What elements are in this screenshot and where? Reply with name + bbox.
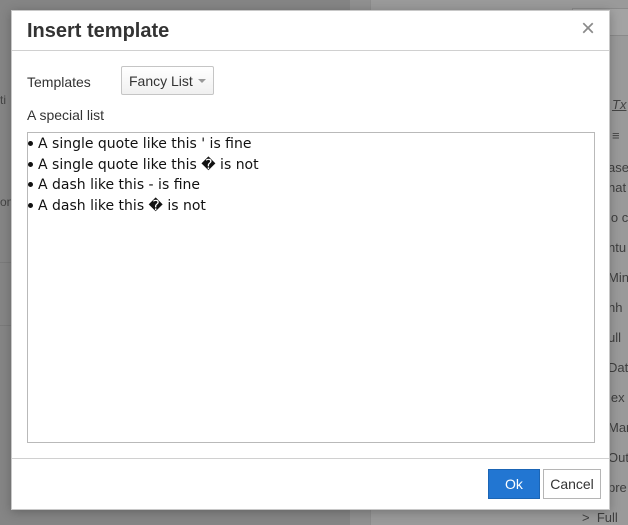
list-item: A single quote like this ' is fine: [28, 134, 594, 155]
dialog-header: Insert template ×: [12, 11, 609, 51]
bullet-icon: [28, 141, 33, 146]
list-item: A dash like this � is not: [28, 196, 594, 217]
list-item: A dash like this - is fine: [28, 175, 594, 196]
dialog-title: Insert template: [27, 20, 170, 42]
background-list-item: Out: [608, 450, 628, 465]
cancel-button[interactable]: Cancel: [543, 469, 601, 499]
chevron-down-icon: [198, 79, 206, 83]
insert-template-dialog: Insert template × Templates Fancy List A…: [11, 10, 610, 510]
clear-format-icon: Tx: [612, 97, 627, 112]
background-list-item: ase: [608, 160, 628, 175]
template-preview[interactable]: A single quote like this ' is fine A sin…: [27, 132, 595, 443]
bullet-icon: [28, 161, 33, 167]
list-item-text: A dash like this � is not: [38, 197, 206, 214]
background-list-item: lex: [608, 390, 625, 405]
background-list-item: nat: [608, 180, 627, 195]
background-list-item: Data: [608, 360, 628, 375]
background-list-item: pre: [608, 480, 627, 495]
background-list-item: Mar: [608, 420, 628, 435]
template-description: A special list: [27, 107, 105, 123]
dialog-footer-divider: [12, 458, 609, 459]
list-item: A single quote like this � is not: [28, 155, 594, 176]
background-list-item-label: Full: [596, 510, 618, 525]
background-list-item: lo c: [608, 210, 628, 225]
background-list-item: > Full: [582, 510, 618, 525]
templates-label: Templates: [27, 74, 91, 90]
preview-list: A single quote like this ' is fine A sin…: [28, 133, 594, 216]
close-icon[interactable]: ×: [577, 17, 599, 41]
background-list-item: nh: [608, 300, 623, 315]
templates-select[interactable]: Fancy List: [121, 66, 214, 95]
background-list-item: Min: [608, 270, 628, 285]
ok-button[interactable]: Ok: [488, 469, 540, 499]
list-item-text: A single quote like this � is not: [38, 156, 259, 173]
list-item-text: A dash like this - is fine: [38, 177, 200, 193]
bullet-icon: [28, 182, 33, 187]
templates-select-value: Fancy List: [129, 73, 193, 89]
list-item-text: A single quote like this ' is fine: [38, 136, 252, 152]
align-icon: ≡: [612, 128, 620, 143]
background-list-item: ntu: [608, 240, 627, 255]
background-text-fragment: ti: [0, 93, 6, 107]
bullet-icon: [28, 202, 33, 208]
